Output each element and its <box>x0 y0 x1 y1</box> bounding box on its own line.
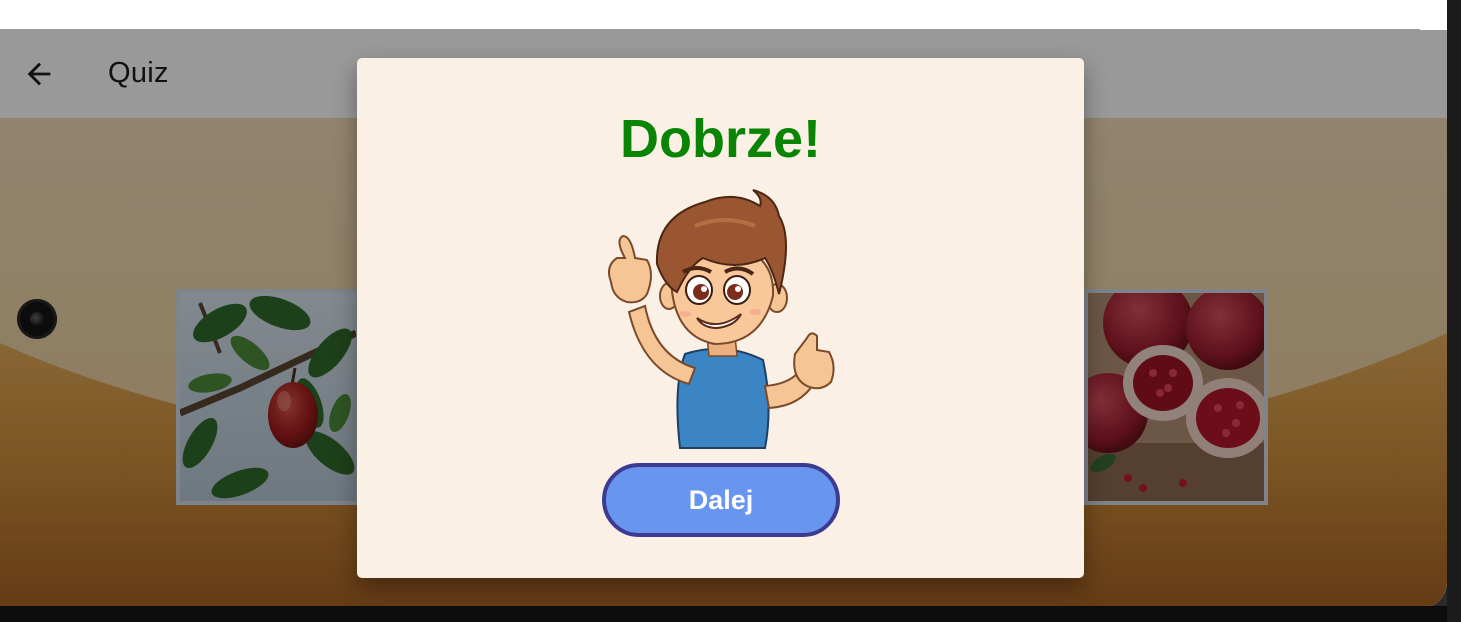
result-title: Dobrze! <box>620 109 821 169</box>
device-edge <box>1447 0 1461 622</box>
thumbs-up-boy-illustration <box>608 189 835 449</box>
next-button[interactable]: Dalej <box>602 463 840 537</box>
device-corner <box>1420 0 1447 30</box>
device-bottom-bar <box>0 606 1447 622</box>
device-screen: Quiz Dobrze! Dalej <box>0 0 1447 608</box>
result-dialog: Dobrze! Dalej <box>357 58 1084 578</box>
app-screen: Quiz Dobrze! Dalej <box>0 29 1447 606</box>
